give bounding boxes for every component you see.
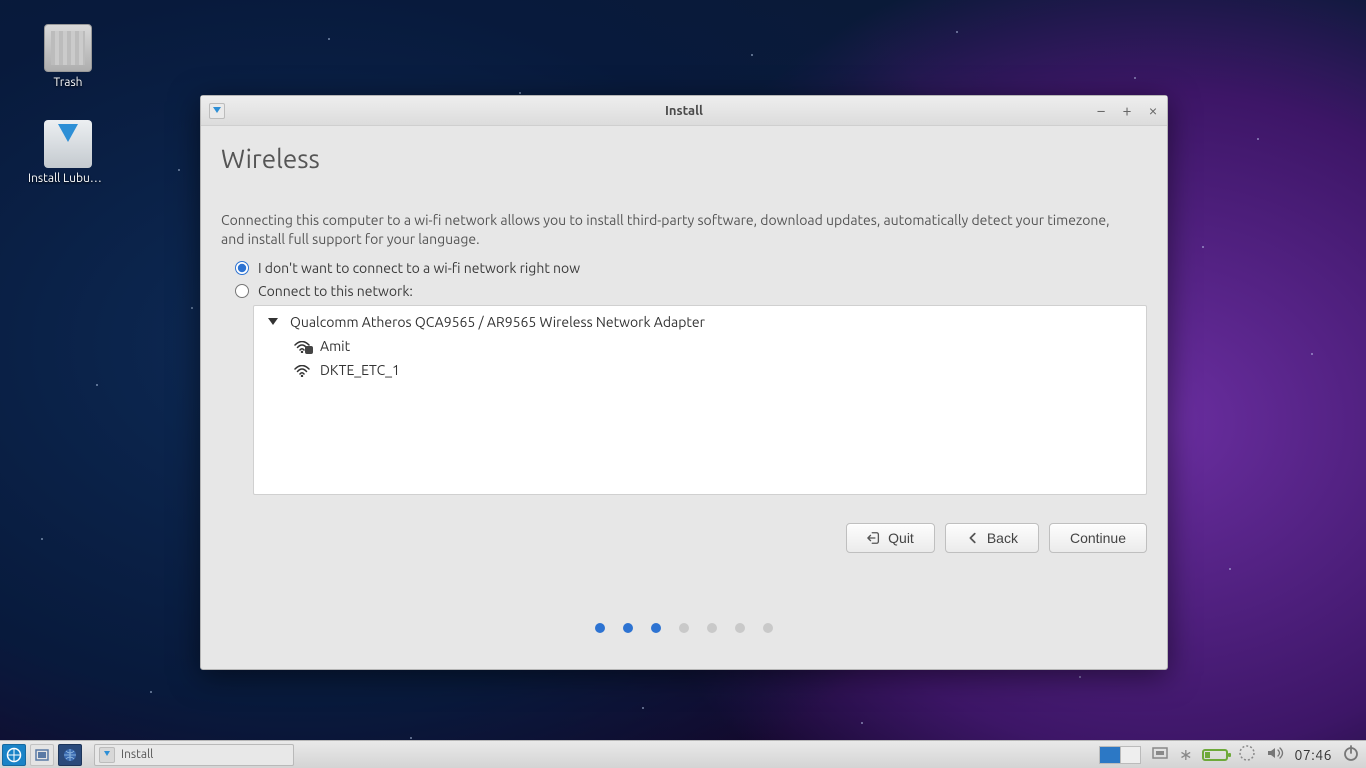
progress-dot (707, 623, 717, 633)
battery-icon[interactable] (1202, 749, 1228, 761)
chevron-down-icon (268, 318, 278, 325)
task-app-label: Install (121, 748, 153, 761)
radio-connect-input[interactable] (235, 284, 249, 298)
system-tray: ∗ 07:46 (1099, 744, 1360, 765)
network-tray-icon[interactable] (1151, 744, 1169, 765)
minimize-button[interactable]: − (1093, 103, 1109, 119)
page-description: Connecting this computer to a wi-fi netw… (221, 211, 1121, 249)
radio-connect[interactable]: Connect to this network: (221, 280, 1147, 303)
file-manager-button[interactable] (30, 744, 54, 766)
wifi-icon (294, 364, 310, 376)
updates-icon[interactable] (1238, 744, 1256, 765)
network-adapter-row[interactable]: Qualcomm Atheros QCA9565 / AR9565 Wirele… (256, 310, 1144, 334)
titlebar[interactable]: Install − + × (201, 96, 1167, 126)
desktop-icon-installer[interactable]: Install Lubuntu 18.... (28, 120, 108, 185)
browser-button[interactable] (58, 744, 82, 766)
start-menu-button[interactable] (2, 744, 26, 766)
continue-button[interactable]: Continue (1049, 523, 1147, 553)
task-app-icon (99, 747, 115, 763)
power-icon[interactable] (1342, 744, 1360, 765)
desktop-icon-trash[interactable]: Trash (28, 24, 108, 89)
quit-icon (867, 531, 881, 545)
close-button[interactable]: × (1145, 103, 1161, 119)
radio-no-connect-input[interactable] (235, 261, 249, 275)
back-button[interactable]: Back (945, 523, 1039, 553)
progress-dot (623, 623, 633, 633)
wifi-icon (294, 340, 310, 352)
trash-icon (44, 24, 92, 72)
quit-button[interactable]: Quit (846, 523, 935, 553)
installer-icon (44, 120, 92, 168)
radio-no-connect[interactable]: I don't want to connect to a wi-fi netwo… (221, 257, 1147, 280)
adapter-name: Qualcomm Atheros QCA9565 / AR9565 Wirele… (290, 314, 705, 330)
continue-label: Continue (1070, 530, 1126, 546)
network-list[interactable]: Qualcomm Atheros QCA9565 / AR9565 Wirele… (253, 305, 1147, 495)
clock[interactable]: 07:46 (1294, 747, 1332, 763)
maximize-button[interactable]: + (1119, 103, 1135, 119)
installer-label: Install Lubuntu 18.... (28, 172, 108, 185)
ssid-label: DKTE_ETC_1 (320, 362, 400, 378)
progress-dot (595, 623, 605, 633)
back-label: Back (987, 530, 1018, 546)
progress-dot (763, 623, 773, 633)
bluetooth-icon[interactable]: ∗ (1179, 745, 1192, 764)
progress-dot (651, 623, 661, 633)
ssid-label: Amit (320, 338, 350, 354)
page-title: Wireless (221, 144, 1147, 173)
radio-connect-label: Connect to this network: (258, 283, 413, 299)
volume-icon[interactable] (1266, 744, 1284, 765)
progress-dot (735, 623, 745, 633)
chevron-left-icon (966, 531, 980, 545)
progress-dots (221, 623, 1147, 633)
workspace-pager[interactable] (1099, 746, 1141, 764)
trash-label: Trash (28, 76, 108, 89)
taskbar: Install ∗ 07:46 (0, 740, 1366, 768)
window-title: Install (201, 104, 1167, 118)
radio-no-connect-label: I don't want to connect to a wi-fi netwo… (258, 260, 580, 276)
install-window: Install − + × Wireless Connecting this c… (200, 95, 1168, 670)
network-item[interactable]: DKTE_ETC_1 (256, 358, 1144, 382)
quit-label: Quit (888, 530, 914, 546)
lock-icon (305, 346, 313, 354)
progress-dot (679, 623, 689, 633)
network-item[interactable]: Amit (256, 334, 1144, 358)
taskbar-app-install[interactable]: Install (94, 744, 294, 766)
